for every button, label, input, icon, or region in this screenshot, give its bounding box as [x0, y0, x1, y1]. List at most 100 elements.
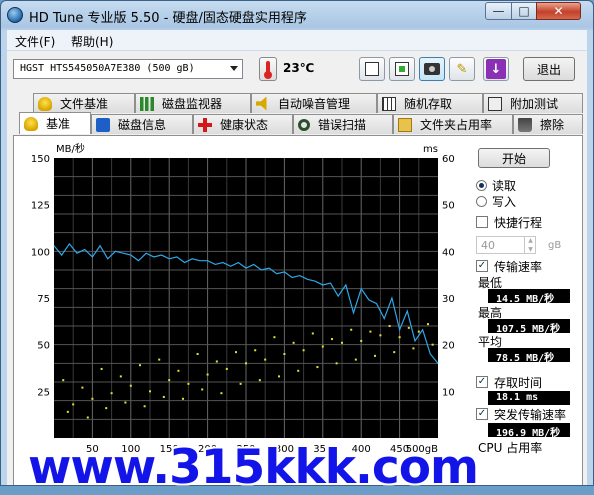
save-button[interactable]: ↓ — [483, 57, 509, 81]
tab-label: 基准 — [46, 117, 71, 131]
access-time-point — [292, 341, 295, 344]
access-time-point — [374, 354, 377, 357]
app-disk-icon — [7, 7, 23, 23]
access-time-point — [369, 330, 372, 333]
save-icon: ↓ — [486, 59, 506, 79]
tab-aam[interactable]: 自动噪音管理 — [251, 93, 377, 113]
access-time-point — [427, 323, 430, 326]
burst-rate-checkbox[interactable]: ✓ — [476, 408, 488, 420]
tab-disk-monitor[interactable]: 磁盘监视器 — [135, 93, 251, 113]
access-time-point — [283, 353, 286, 355]
access-time-point — [264, 358, 267, 361]
main-area: HGST HTS545050A7E380 (500 gB) 23℃ ✎ ↓ 退出… — [7, 51, 587, 485]
access-time-point — [258, 379, 261, 382]
drive-select[interactable]: HGST HTS545050A7E380 (500 gB) — [13, 59, 243, 79]
access-time-point — [302, 349, 305, 352]
access-time-point — [297, 369, 300, 372]
access-time-point — [177, 369, 180, 372]
access-time-point — [431, 343, 434, 346]
tab-folder-usage[interactable]: 文件夹占用率 — [393, 114, 513, 134]
copy-all-icon — [395, 62, 409, 76]
y-left-tick-label: 100 — [31, 247, 50, 258]
tab-label: 自动噪音管理 — [278, 97, 351, 111]
tab-label: 磁盘监视器 — [162, 97, 223, 111]
folder-icon — [398, 117, 412, 132]
y-left-tick-label: 50 — [37, 341, 50, 352]
extra-tests-icon — [488, 96, 502, 111]
options-button[interactable]: ✎ — [449, 57, 475, 81]
access-time-point — [158, 358, 161, 361]
access-time-point — [379, 334, 382, 337]
write-label: 写入 — [492, 195, 517, 209]
access-time-point — [417, 330, 420, 333]
access-time-point — [220, 392, 223, 395]
y-left-tick-label: 25 — [37, 387, 50, 398]
tab-error-scan[interactable]: 错误扫描 — [293, 114, 393, 134]
menu-file[interactable]: 文件(F) — [15, 33, 55, 50]
camera-icon — [424, 63, 440, 75]
file-benchmark-icon — [38, 96, 52, 111]
y-right-tick-label: 20 — [442, 341, 455, 352]
title-bar[interactable]: HD Tune 专业版 5.50 - 硬盘/固态硬盘实用程序 — □ ✕ — [1, 1, 593, 29]
copy-icon — [365, 62, 379, 76]
magnifier-icon — [298, 118, 310, 131]
access-time-point — [311, 332, 314, 335]
short-stroke-checkbox[interactable] — [476, 216, 488, 228]
tab-health[interactable]: 健康状态 — [193, 114, 293, 134]
options-icon: ✎ — [456, 61, 468, 77]
access-time-point — [129, 384, 132, 387]
tab-erase[interactable]: 擦除 — [513, 114, 583, 134]
access-time-point — [149, 390, 151, 393]
drive-select-value: HGST HTS545050A7E380 (500 gB) — [20, 63, 195, 74]
access-time-point — [354, 358, 357, 361]
chevron-down-icon — [230, 66, 238, 71]
short-stroke-unit: gB — [548, 240, 562, 251]
access-time-point — [398, 336, 401, 339]
access-time-point — [86, 416, 89, 419]
transfer-rate-checkbox[interactable]: ✓ — [476, 260, 488, 272]
bulb-icon — [24, 116, 38, 131]
access-time-point — [245, 362, 247, 365]
access-time-point — [91, 397, 94, 400]
copy-button[interactable] — [359, 57, 385, 81]
tab-label: 错误扫描 — [318, 118, 367, 132]
access-time-point — [124, 401, 127, 404]
tab-extra-tests[interactable]: 附加测试 — [483, 93, 583, 113]
access-time-point — [350, 328, 353, 331]
access-time-point — [225, 367, 228, 370]
access-time-point — [388, 325, 391, 327]
close-button[interactable]: ✕ — [536, 2, 581, 20]
short-stroke-spinner[interactable]: ▲ ▼ — [524, 236, 536, 254]
access-time-value: 18.1 ms — [488, 391, 570, 405]
tab-benchmark[interactable]: 基准 — [19, 112, 91, 134]
access-time-point — [335, 362, 338, 365]
short-stroke-label: 快捷行程 — [494, 216, 543, 230]
access-time-checkbox[interactable]: ✓ — [476, 376, 488, 388]
tab-disk-info[interactable]: 磁盘信息 — [91, 114, 193, 134]
y-left-tick-label: 125 — [31, 201, 50, 212]
menu-help[interactable]: 帮助(H) — [71, 33, 113, 50]
access-time-point — [182, 397, 185, 400]
benchmark-panel: MB/秒 ms 150 125 100 75 50 25 60 50 40 30 20 10 50 100… — [13, 135, 583, 485]
disk-monitor-icon — [140, 96, 154, 111]
copy-all-button[interactable] — [389, 57, 415, 81]
temperature-value: 23℃ — [283, 61, 315, 75]
tab-file-benchmark[interactable]: 文件基准 — [33, 93, 135, 113]
minimize-button[interactable]: — — [485, 2, 512, 20]
y-left-tick-label: 150 — [31, 154, 50, 165]
tab-random-access[interactable]: 随机存取 — [377, 93, 483, 113]
access-time-point — [162, 395, 165, 398]
access-time-point — [168, 379, 171, 382]
tab-label: 磁盘信息 — [118, 118, 167, 132]
access-time-point — [360, 339, 363, 342]
exit-button[interactable]: 退出 — [523, 57, 575, 81]
access-time-point — [187, 382, 190, 385]
min-value: 14.5 MB/秒 — [488, 289, 570, 303]
access-time-point — [407, 326, 410, 329]
read-radio[interactable] — [476, 180, 487, 191]
write-radio[interactable] — [476, 196, 487, 207]
screenshot-button[interactable] — [419, 57, 445, 81]
maximize-button[interactable]: □ — [511, 2, 537, 20]
start-button[interactable]: 开始 — [478, 148, 550, 168]
burst-rate-label: 突发传输速率 — [494, 408, 567, 422]
